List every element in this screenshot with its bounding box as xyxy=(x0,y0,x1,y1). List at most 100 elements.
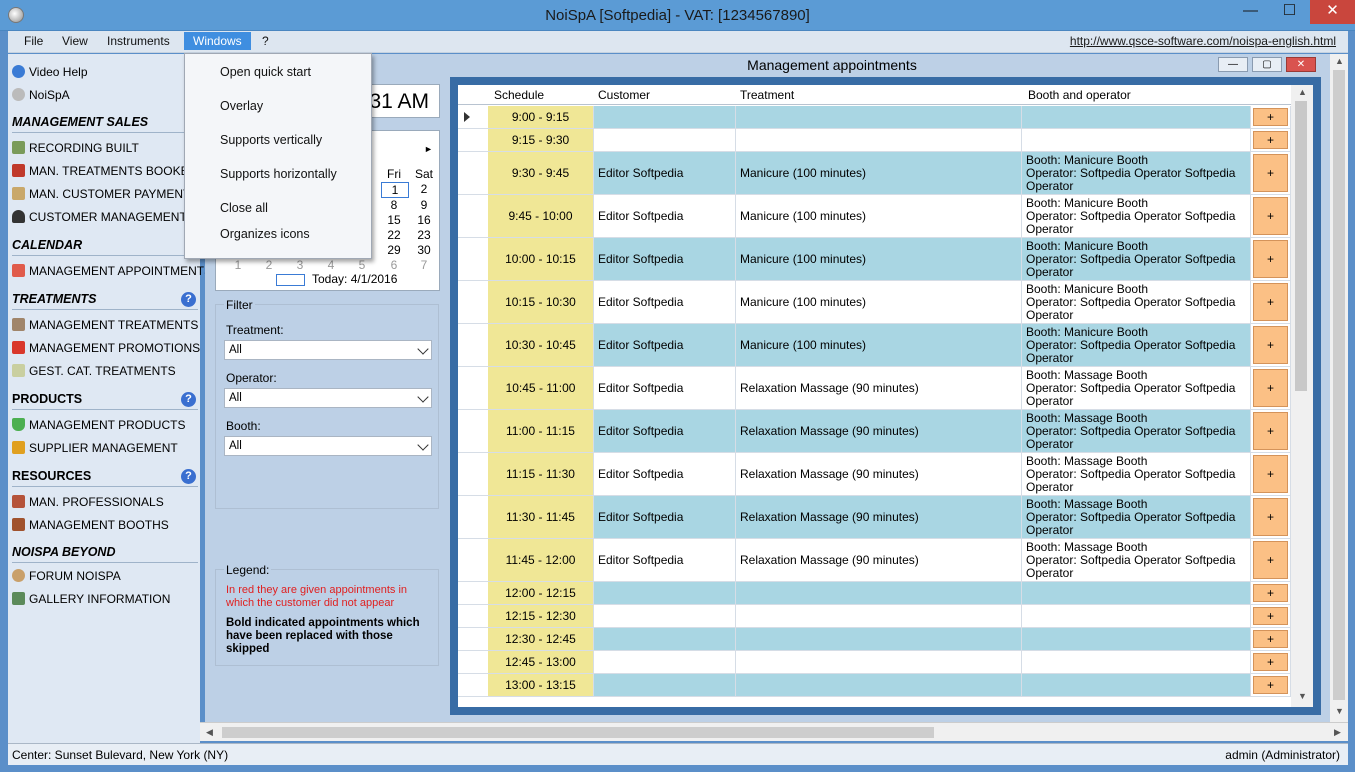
customer-cell[interactable]: Editor Softpedia xyxy=(594,410,736,452)
add-appointment-button[interactable]: + xyxy=(1253,676,1288,694)
menu-item-close-all[interactable]: Close all xyxy=(220,201,268,215)
treatment-cell[interactable]: Relaxation Massage (90 minutes) xyxy=(736,410,1022,452)
calendar-day[interactable]: 29 xyxy=(381,243,407,257)
website-link[interactable]: http://www.qsce-software.com/noispa-engl… xyxy=(1070,34,1336,48)
treatment-cell[interactable]: Manicure (100 minutes) xyxy=(736,152,1022,194)
workspace-scroll-thumb[interactable] xyxy=(1333,70,1345,700)
sidebar-item-customer-management[interactable]: CUSTOMER MANAGEMENT xyxy=(12,208,187,226)
calendar-day[interactable]: 1 xyxy=(225,258,251,272)
sidebar-item-gallery-information[interactable]: GALLERY INFORMATION xyxy=(12,590,170,608)
close-button[interactable]: ✕ xyxy=(1310,0,1355,24)
calendar-day[interactable]: 15 xyxy=(381,213,407,227)
calendar-day[interactable]: 2 xyxy=(411,182,437,196)
add-appointment-button[interactable]: + xyxy=(1253,369,1288,407)
treatment-cell[interactable]: Relaxation Massage (90 minutes) xyxy=(736,367,1022,409)
table-row[interactable]: 9:00 - 9:15 + xyxy=(458,106,1313,129)
column-customer[interactable]: Customer xyxy=(598,88,650,102)
booth-select[interactable]: All xyxy=(224,436,432,456)
scroll-down-icon[interactable]: ▼ xyxy=(1335,706,1344,716)
menu-file[interactable]: File xyxy=(24,34,43,48)
add-appointment-button[interactable]: + xyxy=(1253,541,1288,579)
add-appointment-button[interactable]: + xyxy=(1253,240,1288,278)
scroll-down-icon[interactable]: ▼ xyxy=(1298,691,1307,701)
calendar-day[interactable]: 22 xyxy=(381,228,407,242)
customer-cell[interactable] xyxy=(594,651,736,673)
add-appointment-button[interactable]: + xyxy=(1253,131,1288,149)
customer-cell[interactable]: Editor Softpedia xyxy=(594,281,736,323)
customer-cell[interactable]: Editor Softpedia xyxy=(594,324,736,366)
customer-cell[interactable] xyxy=(594,628,736,650)
menu-help[interactable]: ? xyxy=(262,34,269,48)
add-appointment-button[interactable]: + xyxy=(1253,326,1288,364)
scroll-up-icon[interactable]: ▲ xyxy=(1298,87,1307,97)
treatment-cell[interactable] xyxy=(736,582,1022,604)
treatment-cell[interactable] xyxy=(736,674,1022,696)
treatment-select[interactable]: All xyxy=(224,340,432,360)
today-link[interactable]: Today: 4/1/2016 xyxy=(312,272,397,286)
customer-cell[interactable] xyxy=(594,129,736,151)
calendar-day[interactable]: 16 xyxy=(411,213,437,227)
table-row[interactable]: 11:45 - 12:00 Editor Softpedia Relaxation … xyxy=(458,539,1313,582)
workspace-horizontal-scrollbar[interactable]: ◀ ▶ xyxy=(200,722,1348,741)
customer-cell[interactable] xyxy=(594,605,736,627)
booth-operator-cell[interactable]: Booth: Massage Booth Operator: Softpedia … xyxy=(1022,410,1251,452)
add-appointment-button[interactable]: + xyxy=(1253,455,1288,493)
booth-operator-cell[interactable]: Booth: Manicure Booth Operator: Softpedia… xyxy=(1022,324,1251,366)
table-row[interactable]: 9:15 - 9:30 + xyxy=(458,129,1313,152)
booth-operator-cell[interactable] xyxy=(1022,582,1251,604)
appointments-grid[interactable]: Schedule Customer Treatment Booth and op… xyxy=(458,85,1313,707)
customer-cell[interactable]: Editor Softpedia xyxy=(594,367,736,409)
booth-operator-cell[interactable] xyxy=(1022,605,1251,627)
calendar-day[interactable]: 9 xyxy=(411,198,437,212)
sidebar-item-management-booths[interactable]: MANAGEMENT BOOTHS xyxy=(12,516,169,534)
booth-operator-cell[interactable]: Booth: Massage Booth Operator: Softpedia … xyxy=(1022,496,1251,538)
table-row[interactable]: 10:15 - 10:30 Editor Softpedia Manicure (1… xyxy=(458,281,1313,324)
menu-windows[interactable]: Windows xyxy=(184,32,251,50)
calendar-day[interactable]: 5 xyxy=(349,258,375,272)
menu-item-organizes-icons[interactable]: Organizes icons xyxy=(220,227,310,241)
treatment-cell[interactable] xyxy=(736,106,1022,128)
treatment-cell[interactable]: Manicure (100 minutes) xyxy=(736,281,1022,323)
calendar-day[interactable]: 23 xyxy=(411,228,437,242)
sidebar-item-management-appointments[interactable]: MANAGEMENT APPOINTMENTS xyxy=(12,262,212,280)
table-row[interactable]: 9:30 - 9:45 Editor Softpedia Manicure (100… xyxy=(458,152,1313,195)
products-help-icon[interactable]: ? xyxy=(181,392,196,407)
customer-cell[interactable] xyxy=(594,674,736,696)
add-appointment-button[interactable]: + xyxy=(1253,584,1288,602)
calendar-day[interactable]: 3 xyxy=(287,258,313,272)
calendar-day[interactable]: 8 xyxy=(381,198,407,212)
menu-item-supports-vertically[interactable]: Supports vertically xyxy=(220,133,322,147)
mdi-maximize-button[interactable]: ▢ xyxy=(1252,57,1282,72)
add-appointment-button[interactable]: + xyxy=(1253,108,1288,126)
treatment-cell[interactable] xyxy=(736,628,1022,650)
sidebar-item-management-treatments[interactable]: MANAGEMENT TREATMENTS xyxy=(12,316,198,334)
add-appointment-button[interactable]: + xyxy=(1253,653,1288,671)
sidebar-item-management-products[interactable]: MANAGEMENT PRODUCTS xyxy=(12,416,185,434)
calendar-day[interactable]: 7 xyxy=(411,258,437,272)
workspace-vertical-scrollbar[interactable]: ▲ ▼ xyxy=(1330,54,1348,722)
grid-scrollbar[interactable]: ▲ ▼ xyxy=(1291,85,1313,707)
sidebar-item-video-help[interactable]: Video Help xyxy=(12,63,88,81)
booth-operator-cell[interactable]: Booth: Massage Booth Operator: Softpedia … xyxy=(1022,367,1251,409)
table-row[interactable]: 10:30 - 10:45 Editor Softpedia Manicure (1… xyxy=(458,324,1313,367)
booth-operator-cell[interactable]: Booth: Massage Booth Operator: Softpedia … xyxy=(1022,453,1251,495)
scroll-up-icon[interactable]: ▲ xyxy=(1335,56,1344,66)
add-appointment-button[interactable]: + xyxy=(1253,283,1288,321)
booth-operator-cell[interactable] xyxy=(1022,129,1251,151)
sidebar-item-customer-payments[interactable]: MAN. CUSTOMER PAYMENTS xyxy=(12,185,198,203)
sidebar-item-cat-treatments[interactable]: GEST. CAT. TREATMENTS xyxy=(12,362,176,380)
calendar-day[interactable]: 6 xyxy=(381,258,407,272)
treatment-cell[interactable] xyxy=(736,605,1022,627)
sidebar-item-management-promotions[interactable]: MANAGEMENT PROMOTIONS xyxy=(12,339,200,357)
booth-operator-cell[interactable]: Booth: Manicure Booth Operator: Softpedia… xyxy=(1022,195,1251,237)
booth-operator-cell[interactable] xyxy=(1022,106,1251,128)
booth-operator-cell[interactable] xyxy=(1022,651,1251,673)
treatment-cell[interactable]: Manicure (100 minutes) xyxy=(736,238,1022,280)
scroll-right-icon[interactable]: ▶ xyxy=(1334,727,1341,738)
calendar-day-selected[interactable]: 1 xyxy=(381,182,409,198)
customer-cell[interactable]: Editor Softpedia xyxy=(594,195,736,237)
table-row[interactable]: 12:30 - 12:45 + xyxy=(458,628,1313,651)
customer-cell[interactable]: Editor Softpedia xyxy=(594,152,736,194)
mdi-close-button[interactable]: ✕ xyxy=(1286,57,1316,72)
grid-scroll-thumb[interactable] xyxy=(1295,101,1307,391)
